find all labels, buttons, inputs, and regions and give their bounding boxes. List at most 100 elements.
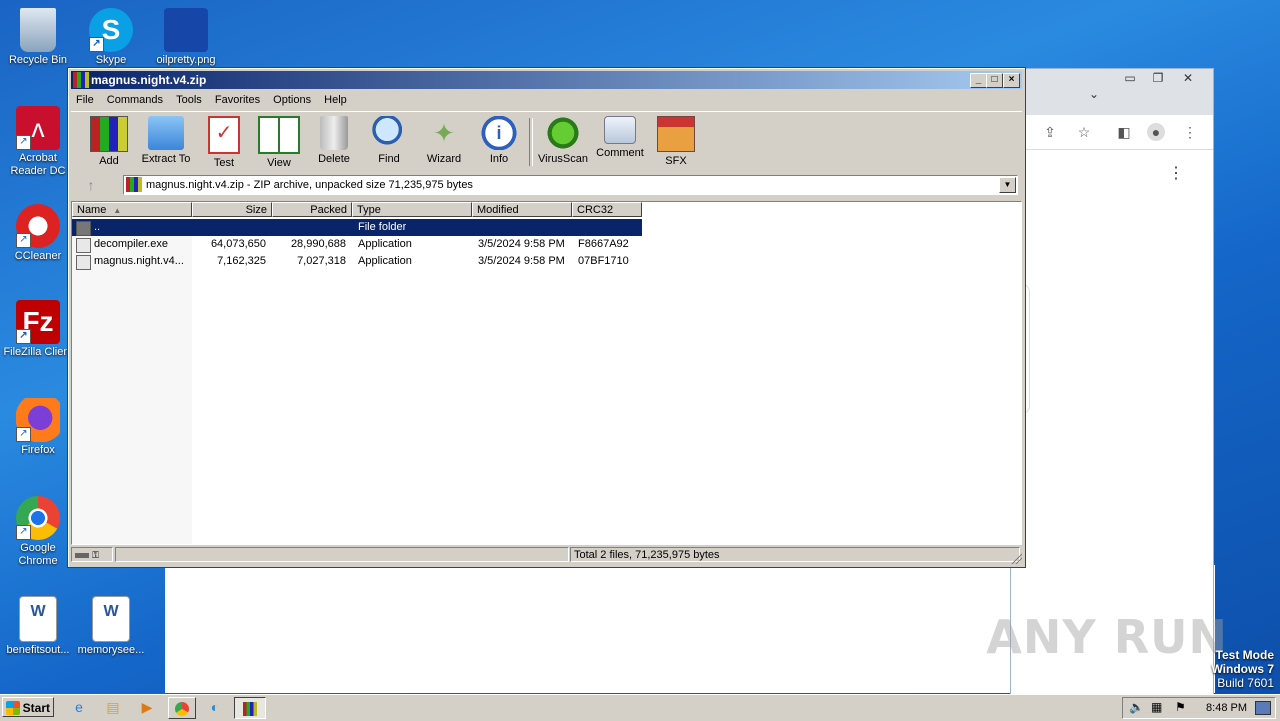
image-file-icon bbox=[164, 8, 208, 52]
start-label: Start bbox=[22, 701, 50, 715]
winrar-window[interactable]: magnus.night.v4.zip _ □ × File Commands … bbox=[67, 67, 1026, 568]
desktop-icon-chrome[interactable]: ↗ Google Chrome bbox=[0, 496, 76, 568]
find-button[interactable]: Find bbox=[361, 116, 417, 165]
extract-to-button[interactable]: Extract To bbox=[138, 116, 194, 165]
chrome-window[interactable]: ▭ ❐ ✕ ⌄ ⇪ ☆ ◧ ● ⋮ ⋮ bbox=[1010, 68, 1214, 695]
volume-icon[interactable]: 🔈 bbox=[1129, 700, 1144, 714]
virusscan-button[interactable]: VirusScan bbox=[535, 116, 591, 165]
wizard-button[interactable]: ✦ Wizard bbox=[416, 116, 472, 165]
menu-file[interactable]: File bbox=[71, 91, 99, 109]
windows-flag-icon bbox=[6, 701, 20, 715]
close-icon[interactable]: ✕ bbox=[1175, 71, 1201, 87]
desktop-icon-acrobat[interactable]: ᴧ ↗ Acrobat Reader DC bbox=[0, 106, 76, 178]
delete-label: Delete bbox=[318, 153, 350, 165]
column-header-name[interactable]: Name ▲ bbox=[72, 202, 192, 217]
column-header-type[interactable]: Type bbox=[352, 202, 472, 217]
menu-tools[interactable]: Tools bbox=[171, 91, 207, 109]
row-type: Application bbox=[358, 238, 412, 250]
column-header-modified[interactable]: Modified bbox=[472, 202, 572, 217]
address-bar: ↑ magnus.night.v4.zip - ZIP archive, unp… bbox=[71, 173, 1022, 197]
filezilla-icon: Fz ↗ bbox=[16, 300, 60, 344]
anyrun-watermark: ANY RUN bbox=[986, 610, 1228, 664]
taskbar-explorer-icon[interactable]: ▤ bbox=[100, 697, 126, 717]
menu-favorites[interactable]: Favorites bbox=[210, 91, 265, 109]
chrome-icon: ↗ bbox=[16, 496, 60, 540]
restore-icon[interactable]: ❐ bbox=[1145, 71, 1171, 87]
side-panel-icon[interactable]: ◧ bbox=[1115, 123, 1133, 141]
test-button[interactable]: ✓ Test bbox=[196, 116, 252, 169]
file-list[interactable]: Name ▲ Size Packed Type Modified CRC32 .… bbox=[71, 201, 1022, 545]
wand-icon: ✦ bbox=[433, 118, 455, 148]
desktop-icon-memorysee[interactable]: W memorysee... bbox=[73, 596, 149, 657]
taskbar-ie-icon[interactable]: e bbox=[66, 697, 92, 717]
maximize-button[interactable]: □ bbox=[986, 73, 1003, 88]
taskbar-media-player-icon[interactable]: ▶ bbox=[134, 697, 160, 717]
row-name: decompiler.exe bbox=[94, 238, 168, 250]
row-type: File folder bbox=[358, 221, 407, 233]
taskbar: Start e ▤ ▶ ◐ 🔈 ▦ ⚑ 8:48 PM bbox=[0, 694, 1280, 721]
row-modified: 3/5/2024 9:58 PM bbox=[478, 255, 565, 267]
up-arrow-icon[interactable]: ↑ bbox=[79, 176, 103, 194]
row-modified: 3/5/2024 9:58 PM bbox=[478, 238, 565, 250]
comment-button[interactable]: Comment bbox=[592, 116, 648, 159]
table-row[interactable]: .. File folder bbox=[72, 219, 642, 236]
desktop-icon-oilpretty[interactable]: oilpretty.png bbox=[148, 8, 224, 67]
info-button[interactable]: i Info bbox=[471, 116, 527, 165]
books-icon bbox=[90, 116, 128, 152]
profile-icon[interactable]: ● bbox=[1147, 123, 1165, 141]
taskbar-winrar-icon[interactable] bbox=[234, 697, 266, 719]
desktop-icon-filezilla[interactable]: Fz ↗ FileZilla Client bbox=[0, 300, 76, 359]
column-header-crc32[interactable]: CRC32 bbox=[572, 202, 642, 217]
column-header-packed[interactable]: Packed bbox=[272, 202, 352, 217]
column-header-size[interactable]: Size bbox=[192, 202, 272, 217]
shortcut-arrow-icon: ↗ bbox=[16, 525, 31, 540]
network-icon[interactable]: ▦ bbox=[1151, 700, 1162, 714]
row-size: 7,162,325 bbox=[217, 255, 266, 267]
desktop-icon-recycle-bin[interactable]: Recycle Bin bbox=[0, 8, 76, 67]
magnifier-icon bbox=[371, 116, 407, 150]
dropdown-arrow-icon[interactable]: ▼ bbox=[999, 177, 1016, 193]
taskbar-edge-icon[interactable]: ◐ bbox=[202, 697, 228, 717]
show-desktop-icon[interactable] bbox=[1255, 701, 1271, 715]
minimize-button[interactable]: _ bbox=[970, 73, 987, 88]
close-button[interactable]: × bbox=[1003, 73, 1020, 88]
resize-grip-icon[interactable] bbox=[1010, 552, 1022, 564]
chevron-down-icon[interactable]: ⌄ bbox=[1081, 87, 1107, 103]
system-tray: 🔈 ▦ ⚑ 8:48 PM bbox=[1122, 697, 1276, 719]
table-row[interactable]: magnus.night.v4... 7,162,325 7,027,318 A… bbox=[72, 253, 642, 270]
drive-icon bbox=[75, 552, 89, 558]
desktop-icon-label: Google Chrome bbox=[18, 542, 58, 567]
desktop-icon-benefits[interactable]: W benefitsout... bbox=[0, 596, 76, 657]
info-label: Info bbox=[489, 153, 509, 165]
winrar-titlebar[interactable]: magnus.night.v4.zip _ □ × bbox=[71, 71, 1022, 89]
menu-commands[interactable]: Commands bbox=[102, 91, 168, 109]
menu-help[interactable]: Help bbox=[319, 91, 352, 109]
delete-button[interactable]: Delete bbox=[306, 116, 362, 165]
address-field[interactable]: magnus.night.v4.zip - ZIP archive, unpac… bbox=[123, 175, 1018, 195]
menu-options[interactable]: Options bbox=[268, 91, 316, 109]
chrome-titlebar[interactable]: ▭ ❐ ✕ ⌄ bbox=[1011, 69, 1213, 115]
row-packed: 7,027,318 bbox=[297, 255, 346, 267]
star-icon[interactable]: ☆ bbox=[1075, 123, 1093, 141]
folder-icon bbox=[148, 116, 184, 150]
page-menu-icon[interactable]: ⋮ bbox=[1167, 165, 1185, 183]
share-icon[interactable]: ⇪ bbox=[1041, 123, 1059, 141]
taskbar-chrome-icon[interactable] bbox=[168, 697, 196, 719]
ccleaner-icon: ↗ bbox=[16, 204, 60, 248]
desktop-icon-firefox[interactable]: ↗ Firefox bbox=[0, 398, 76, 457]
flag-icon[interactable]: ⚑ bbox=[1175, 700, 1186, 714]
view-button[interactable]: View bbox=[251, 116, 307, 169]
desktop-icon-ccleaner[interactable]: ↗ CCleaner bbox=[0, 204, 76, 263]
table-row[interactable]: decompiler.exe 64,073,650 28,990,688 App… bbox=[72, 236, 642, 253]
clock[interactable]: 8:48 PM bbox=[1206, 698, 1247, 718]
sfx-button[interactable]: SFX bbox=[648, 116, 704, 167]
virusscan-label: VirusScan bbox=[538, 153, 588, 165]
minimize-icon[interactable]: ▭ bbox=[1117, 71, 1143, 87]
kebab-menu-icon[interactable]: ⋮ bbox=[1181, 123, 1199, 141]
desktop-icon-skype[interactable]: S ↗ Skype bbox=[73, 8, 149, 67]
row-crc32: 07BF1710 bbox=[578, 255, 629, 267]
test-mode-notice: Test Mode Windows 7 Build 7601 bbox=[1211, 648, 1274, 690]
bug-icon bbox=[545, 116, 581, 150]
start-button[interactable]: Start bbox=[2, 697, 54, 717]
add-button[interactable]: Add bbox=[81, 116, 137, 167]
